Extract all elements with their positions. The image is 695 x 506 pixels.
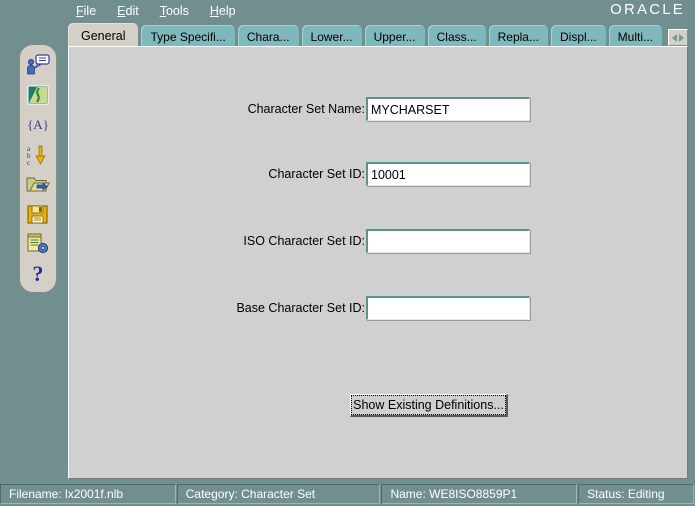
- label-character-set-name-wrap: Character Set Name:: [229, 102, 365, 116]
- general-tab-panel: Character Set Name: MYCHARSET Character …: [68, 46, 688, 479]
- document-gear-icon[interactable]: [24, 233, 52, 256]
- svg-text:c: c: [27, 159, 30, 166]
- menu-item-file[interactable]: File: [76, 4, 96, 18]
- input-character-set-id-frame: 10001: [366, 162, 530, 186]
- menu-bar: File Edit Tools Help ORACLE: [0, 0, 695, 22]
- input-base-character-set-id[interactable]: [366, 296, 530, 320]
- menu-item-edit[interactable]: Edit: [117, 4, 139, 18]
- status-name: Name: WE8ISO8859P1: [381, 484, 578, 504]
- menu-edit-mnemonic: E: [117, 4, 126, 18]
- show-existing-definitions-label: Show Existing Definitions...: [351, 395, 506, 415]
- status-state: Status: Editing: [578, 484, 695, 504]
- status-filename: Filename: lx2001f.nlb: [0, 484, 176, 504]
- user-comment-icon[interactable]: [24, 54, 52, 77]
- left-toolbar: {A} a b c ?: [19, 44, 57, 293]
- menu-file-mnemonic: F: [76, 4, 84, 18]
- label-base-character-set-id-wrap: Base Character Set ID:: [229, 301, 365, 315]
- map-image-icon[interactable]: [24, 84, 52, 107]
- show-existing-definitions-button[interactable]: Show Existing Definitions...: [350, 394, 508, 417]
- menu-help-rest: elp: [218, 4, 236, 18]
- label-iso-character-set-id: ISO Character Set ID:: [243, 234, 365, 248]
- label-character-set-name: Character Set Name:: [247, 102, 365, 116]
- tab-scroll-button[interactable]: [668, 29, 689, 46]
- save-floppy-icon[interactable]: [24, 203, 52, 226]
- label-iso-character-set-id-wrap: ISO Character Set ID:: [229, 234, 365, 248]
- menu-edit-rest: dit: [125, 4, 139, 18]
- input-iso-character-set-id-frame: [366, 229, 530, 253]
- help-question-label: ?: [32, 260, 44, 286]
- input-character-set-name-frame: MYCHARSET: [366, 97, 530, 121]
- label-base-character-set-id: Base Character Set ID:: [236, 301, 365, 315]
- menu-tools-rest: ools: [165, 4, 189, 18]
- oracle-logo: ORACLE: [610, 1, 685, 18]
- sort-abc-icon[interactable]: a b c: [24, 143, 52, 166]
- menu-item-help[interactable]: Help: [210, 4, 236, 18]
- menu-file-rest: ile: [83, 4, 97, 18]
- chevron-right-icon: [679, 33, 685, 42]
- menu-item-tools[interactable]: Tools: [160, 4, 189, 18]
- input-iso-character-set-id[interactable]: [366, 229, 530, 253]
- status-category: Category: Character Set: [176, 484, 381, 504]
- label-character-set-id-wrap: Character Set ID:: [229, 167, 365, 181]
- input-base-character-set-id-frame: [366, 296, 530, 320]
- braces-a-icon[interactable]: {A}: [24, 114, 52, 137]
- label-character-set-id: Character Set ID:: [268, 167, 365, 181]
- open-folder-icon[interactable]: [24, 173, 52, 196]
- status-bar: Filename: lx2001f.nlb Category: Characte…: [0, 484, 695, 506]
- help-question-icon[interactable]: ?: [24, 262, 52, 285]
- chevron-left-icon: [672, 33, 678, 42]
- menu-help-mnemonic: H: [209, 4, 219, 18]
- input-character-set-name[interactable]: MYCHARSET: [366, 97, 530, 121]
- input-character-set-id[interactable]: 10001: [366, 162, 530, 186]
- braces-a-label: {A}: [27, 116, 49, 132]
